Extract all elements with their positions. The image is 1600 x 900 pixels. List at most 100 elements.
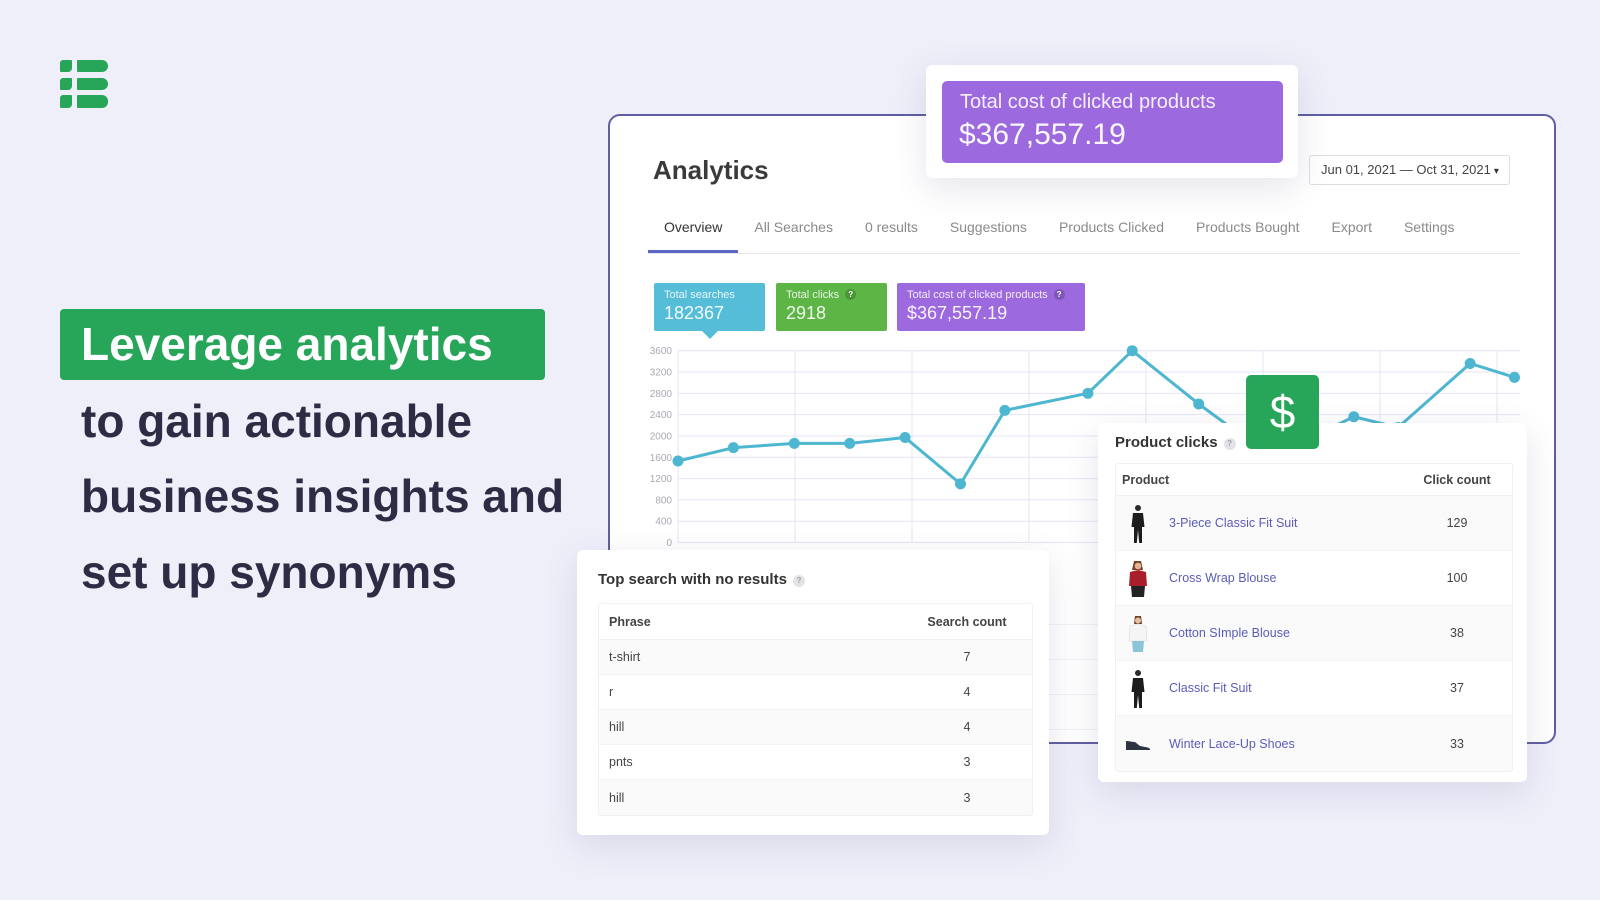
stat-total-searches[interactable]: Total searches 182367: [654, 283, 765, 339]
phrase-cell: hill: [609, 720, 625, 734]
product-thumbnail[interactable]: [1120, 501, 1156, 546]
tab-bar: Overview All Searches 0 results Suggesti…: [648, 211, 1520, 254]
column-header-product[interactable]: Product: [1116, 473, 1402, 487]
product-link[interactable]: Winter Lace-Up Shoes: [1169, 737, 1295, 751]
data-point: [955, 478, 967, 490]
help-icon[interactable]: ?: [1053, 289, 1065, 300]
y-tick-label: 400: [655, 517, 672, 528]
phrase-cell: pnts: [609, 755, 633, 769]
date-range-picker[interactable]: Jun 01, 2021 — Oct 31, 2021 ▾: [1309, 155, 1510, 185]
table-row: hill 3: [599, 780, 1032, 815]
total-cost-banner: Total cost of clicked products $367,557.…: [942, 81, 1283, 163]
no-results-table: Phrase Search count t-shirt 7 r4 hill 4 pn…: [598, 603, 1033, 816]
product-link[interactable]: 3-Piece Classic Fit Suit: [1169, 516, 1298, 530]
click-count: 129: [1446, 516, 1468, 530]
total-cost-label: Total cost of clicked products: [960, 91, 1216, 113]
table-body: t-shirt 7 r4 hill 4 pnts 3 hill 3: [599, 640, 1032, 815]
dollar-icon: $: [1246, 375, 1319, 449]
click-count: 100: [1446, 571, 1468, 585]
headline-highlight: Leverage analytics: [60, 309, 545, 380]
stat-value: 182367: [664, 303, 725, 323]
stat-total-cost[interactable]: Total cost of clicked products? $367,557…: [897, 283, 1085, 331]
data-point: [727, 442, 739, 454]
data-point: [1082, 387, 1094, 399]
table-row: r4: [599, 675, 1032, 710]
caret-down-icon: ▾: [1493, 166, 1499, 177]
product-thumbnail[interactable]: [1120, 556, 1156, 601]
help-icon[interactable]: ?: [845, 289, 857, 300]
search-count-cell: 4: [963, 720, 971, 734]
table-row: hill 4: [599, 710, 1032, 745]
column-header-phrase[interactable]: Phrase: [599, 615, 907, 629]
stat-label: Total clicks: [786, 289, 840, 301]
data-point: [844, 437, 856, 449]
table-row: Cotton SImple Blouse 38: [1116, 606, 1512, 661]
table-row: t-shirt 7: [599, 640, 1032, 675]
table-row: Winter Lace-Up Shoes 33: [1116, 716, 1512, 771]
tab-products-bought[interactable]: Products Bought: [1180, 211, 1316, 253]
table-header: Phrase Search count: [599, 604, 1032, 640]
page-title: Analytics: [653, 155, 769, 185]
search-count-cell: 3: [963, 790, 971, 805]
date-range-value: Jun 01, 2021 — Oct 31, 2021: [1321, 162, 1491, 177]
y-tick-label: 2400: [650, 410, 673, 421]
help-icon[interactable]: ?: [1223, 438, 1236, 450]
y-tick-label: 1600: [650, 453, 673, 464]
tab-overview[interactable]: Overview: [648, 211, 739, 253]
data-point: [788, 437, 800, 449]
product-thumbnail[interactable]: [1120, 721, 1156, 766]
search-count-cell: 3: [963, 755, 971, 769]
stacked-list-logo-icon: [60, 60, 109, 108]
y-tick-label: 3200: [650, 368, 673, 379]
product-clicks-table: Product Click count 3-Piece Classic Fit …: [1115, 463, 1513, 772]
phrase-cell: hill: [609, 790, 625, 805]
total-cost-value: $367,557.19: [959, 118, 1126, 151]
y-tick-label: 1200: [650, 474, 673, 485]
column-header-search-count[interactable]: Search count: [907, 615, 1027, 629]
tab-products-clicked[interactable]: Products Clicked: [1043, 211, 1180, 253]
tab-export[interactable]: Export: [1316, 211, 1388, 253]
stat-total-clicks[interactable]: Total clicks? 2918: [776, 283, 887, 331]
y-tick-label: 3600: [650, 346, 673, 357]
product-clicks-card: Product clicks? Product Click count 3-Pi…: [1098, 423, 1527, 782]
data-point: [1126, 345, 1138, 357]
total-cost-highlight-card: Total cost of clicked products $367,557.…: [926, 65, 1298, 178]
headline-line: business insights and: [81, 470, 565, 522]
product-link[interactable]: Cotton SImple Blouse: [1169, 626, 1290, 640]
click-count: 33: [1450, 736, 1464, 751]
table-row: pnts 3: [599, 745, 1032, 780]
phrase-cell: t-shirt: [609, 650, 641, 664]
product-thumbnail[interactable]: [1120, 611, 1156, 656]
phrase-cell: r: [609, 685, 614, 699]
product-thumbnail[interactable]: [1120, 666, 1156, 711]
stat-value: $367,557.19: [907, 303, 1008, 323]
column-header-click-count[interactable]: Click count: [1402, 473, 1512, 487]
tab-settings[interactable]: Settings: [1388, 211, 1471, 253]
data-point: [999, 404, 1011, 416]
data-point: [672, 455, 684, 467]
tab-zero-results[interactable]: 0 results: [849, 211, 934, 253]
y-tick-label: 0: [666, 538, 672, 549]
tab-suggestions[interactable]: Suggestions: [934, 211, 1043, 253]
product-link[interactable]: Cross Wrap Blouse: [1169, 571, 1276, 585]
data-point: [1348, 411, 1360, 423]
y-tick-label: 800: [655, 495, 672, 506]
card-title: Top search with no results: [598, 571, 787, 588]
search-count-cell: 4: [963, 685, 971, 699]
table-body: 3-Piece Classic Fit Suit 129 Cross Wrap …: [1116, 496, 1512, 771]
y-tick-label: 2800: [650, 389, 673, 400]
no-results-searches-card: Top search with no results? Phrase Searc…: [577, 550, 1049, 835]
headline-line: set up synonyms: [81, 546, 457, 598]
help-icon[interactable]: ?: [792, 575, 805, 587]
card-title: Product clicks: [1115, 434, 1218, 451]
stat-value: 2918: [786, 303, 827, 323]
click-count: 37: [1450, 681, 1464, 695]
data-point: [1193, 398, 1205, 410]
table-row: Classic Fit Suit 37: [1116, 661, 1512, 716]
product-link[interactable]: Classic Fit Suit: [1169, 681, 1252, 695]
data-point: [1508, 371, 1520, 383]
tab-all-searches[interactable]: All Searches: [738, 211, 849, 253]
headline-line: to gain actionable: [81, 395, 473, 447]
stat-label: Total cost of clicked products: [907, 289, 1048, 301]
data-point: [899, 432, 911, 444]
